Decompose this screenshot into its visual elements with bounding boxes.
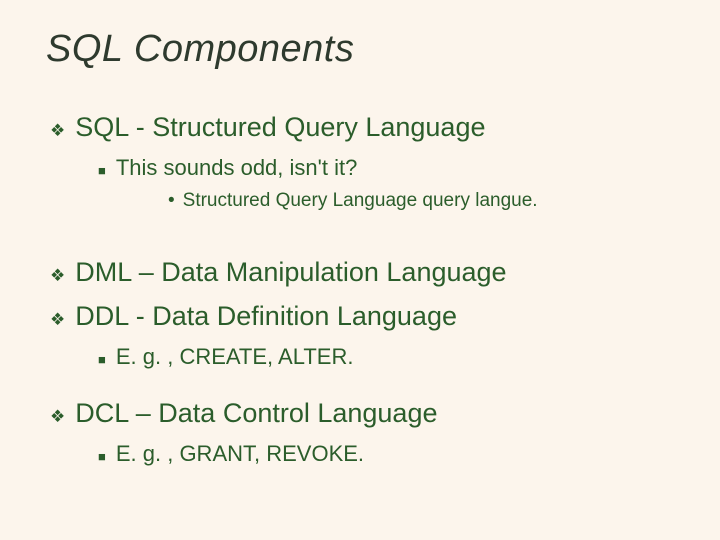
dot-bullet-icon: • — [168, 191, 175, 211]
list-item-text: DML – Data Manipulation Language — [75, 256, 506, 288]
list-item: ❖ DML – Data Manipulation Language — [50, 256, 674, 290]
list-item-text: Structured Query Language query langue. — [183, 190, 538, 212]
diamond-bullet-icon: ❖ — [50, 262, 65, 290]
list-item: ■ E. g. , GRANT, REVOKE. — [98, 441, 674, 468]
slide: SQL Components ❖ SQL - Structured Query … — [0, 0, 720, 540]
list-item-text: SQL - Structured Query Language — [75, 111, 485, 143]
diamond-bullet-icon: ❖ — [50, 306, 65, 334]
list-item-text: DDL - Data Definition Language — [75, 300, 457, 332]
list-item: ❖ DCL – Data Control Language — [50, 397, 674, 431]
list-item-text: DCL – Data Control Language — [75, 397, 437, 429]
list-item-text: This sounds odd, isn't it? — [116, 155, 357, 181]
square-bullet-icon: ■ — [98, 349, 106, 371]
list-item-text: E. g. , CREATE, ALTER. — [116, 344, 354, 370]
list-item: ❖ DDL - Data Definition Language — [50, 300, 674, 334]
list-item: ■ This sounds odd, isn't it? — [98, 155, 674, 182]
spacer — [46, 377, 674, 387]
diamond-bullet-icon: ❖ — [50, 403, 65, 431]
list-item: ❖ SQL - Structured Query Language — [50, 111, 674, 145]
slide-title: SQL Components — [46, 28, 674, 71]
list-item: • Structured Query Language query langue… — [168, 190, 674, 212]
list-item: ■ E. g. , CREATE, ALTER. — [98, 344, 674, 371]
list-item-text: E. g. , GRANT, REVOKE. — [116, 441, 364, 467]
square-bullet-icon: ■ — [98, 160, 106, 182]
diamond-bullet-icon: ❖ — [50, 117, 65, 145]
square-bullet-icon: ■ — [98, 446, 106, 468]
spacer — [46, 228, 674, 246]
